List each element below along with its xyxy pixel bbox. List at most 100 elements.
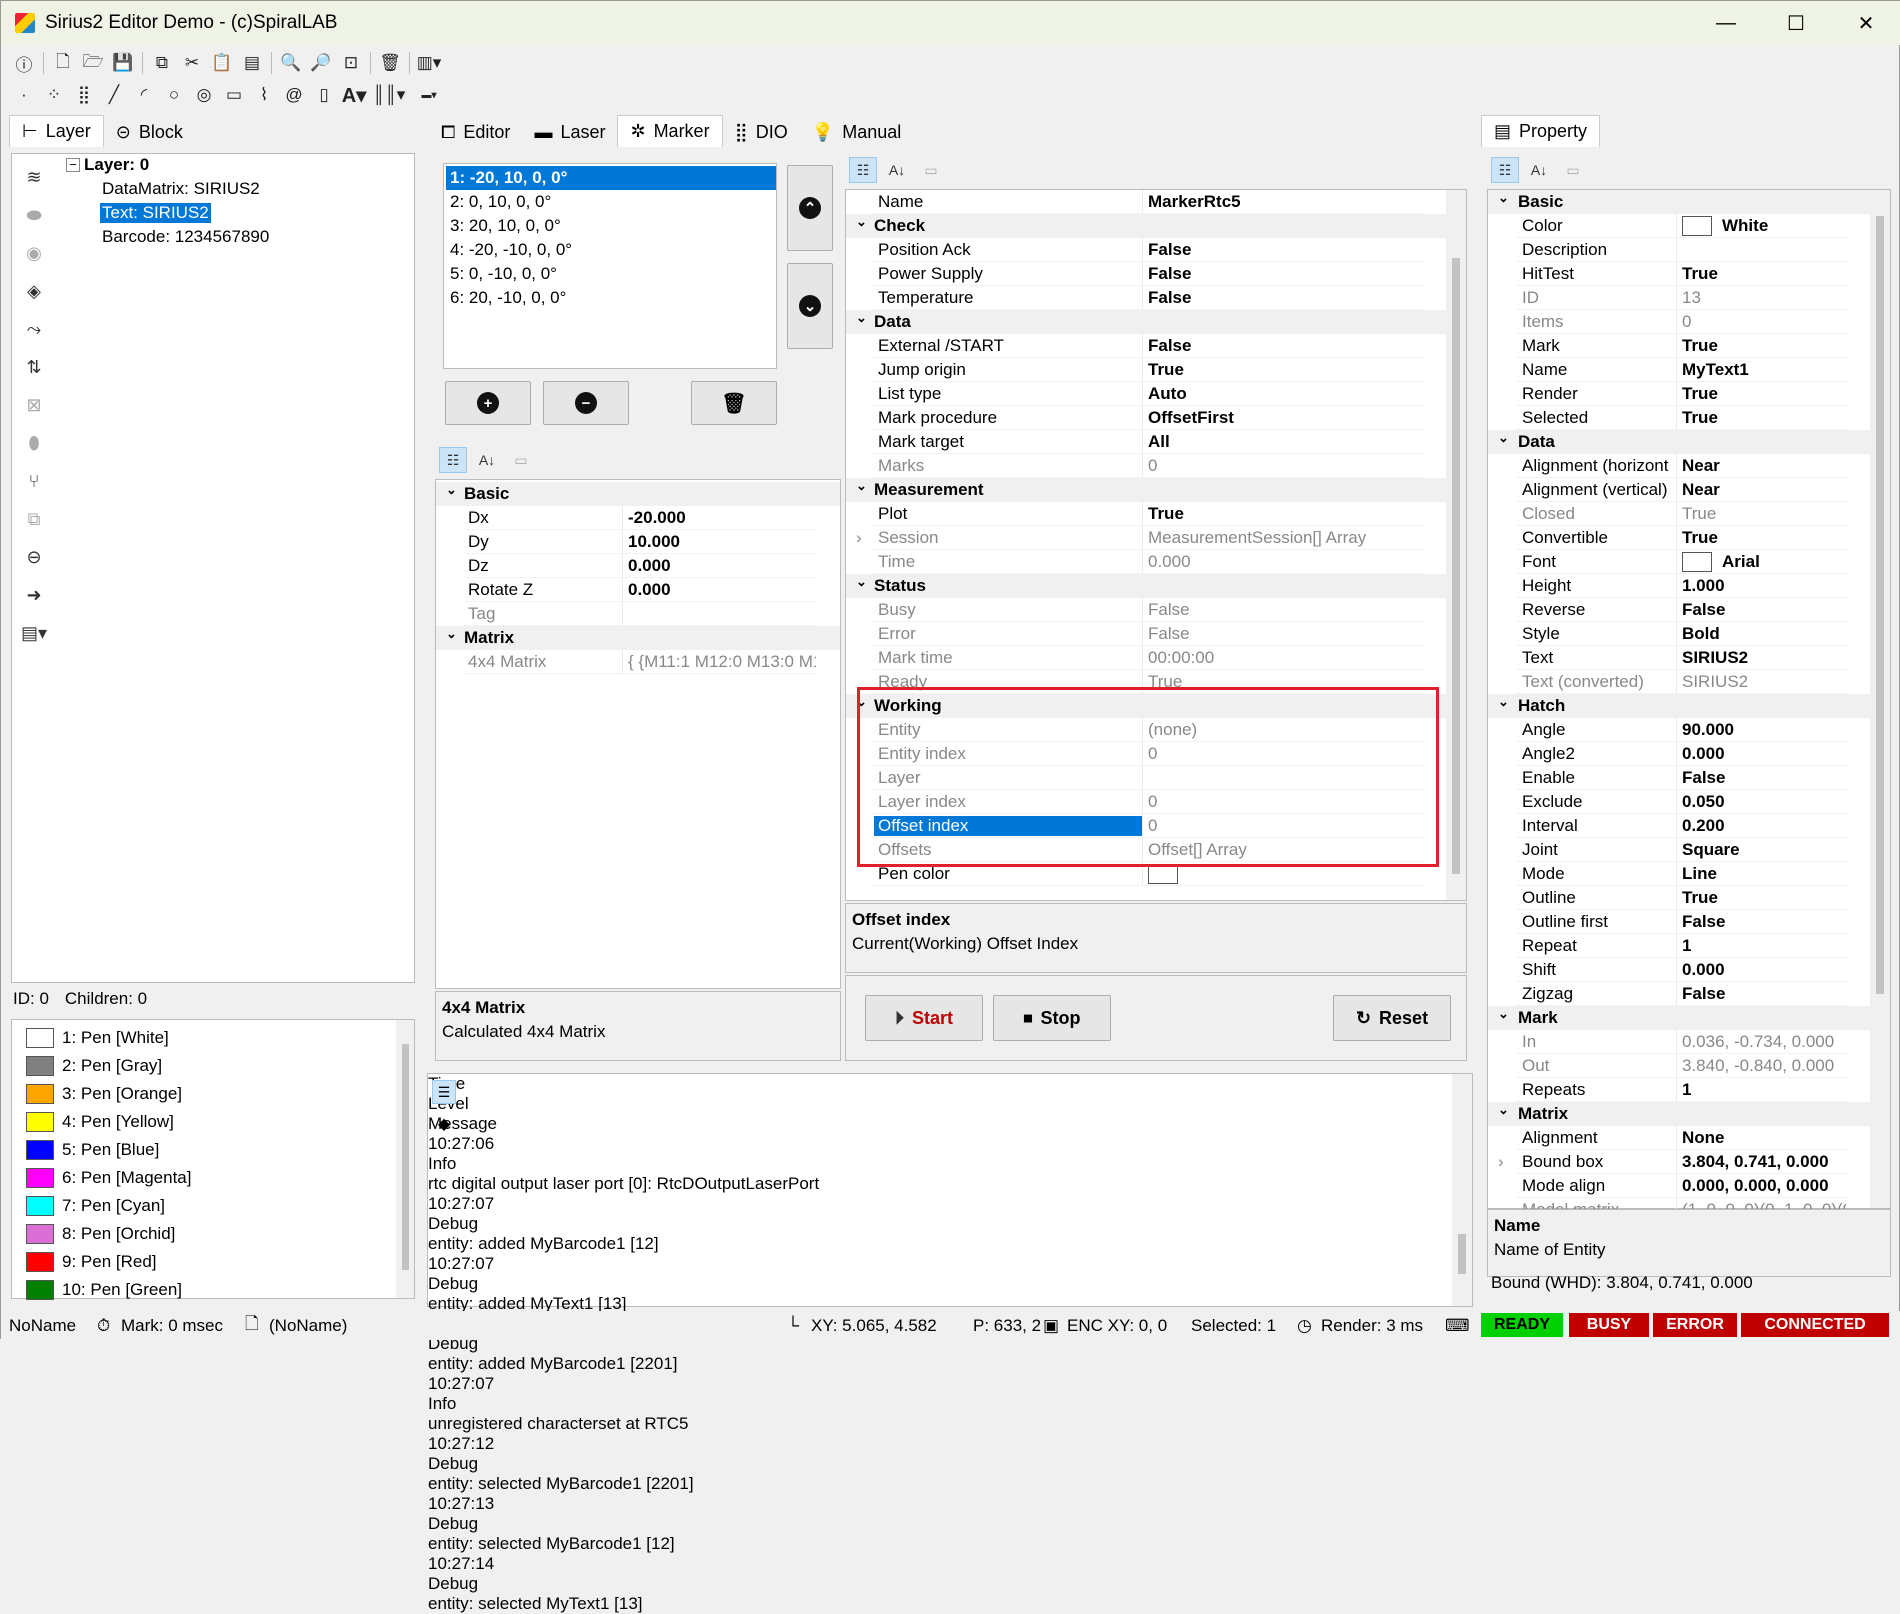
link-icon[interactable]: ⬮ <box>21 430 47 456</box>
image-icon[interactable]: ▯ <box>309 81 339 109</box>
grid-category[interactable]: ⌄ Basic <box>436 482 840 506</box>
property-value[interactable]: True <box>1682 408 1846 428</box>
trepan-icon[interactable]: ◎ <box>189 81 219 109</box>
grid-row[interactable]: Enable False <box>1488 766 1870 790</box>
property-value[interactable]: 10.000 <box>628 532 816 552</box>
offset-item[interactable]: 5: 0, -10, 0, 0° <box>446 262 776 286</box>
property-value[interactable]: Square <box>1682 840 1846 860</box>
minimize-button[interactable]: — <box>1691 1 1761 45</box>
grid-category[interactable]: ⌄ Hatch <box>1488 694 1870 718</box>
barcode-icon[interactable]: ║║▾ <box>369 81 409 109</box>
grid-row[interactable]: › Session MeasurementSession[] Array <box>846 526 1446 550</box>
close-button[interactable]: ✕ <box>1831 1 1900 45</box>
move-down-button[interactable]: ⌄ <box>787 263 833 349</box>
branch-icon[interactable]: ⑂ <box>21 468 47 494</box>
start-button[interactable]: ⏵ Start <box>865 995 983 1041</box>
grid-row[interactable]: Position Ack False <box>846 238 1446 262</box>
collapse-chevron-icon[interactable]: ⌄ <box>446 482 457 498</box>
pen-item[interactable]: 3: Pen [Orange] <box>26 1082 182 1106</box>
property-value[interactable]: 0.000 <box>628 556 816 576</box>
stop-button[interactable]: ⏹ Stop <box>993 995 1111 1041</box>
alphabetical-icon[interactable]: A↓ <box>473 447 501 473</box>
grid-row[interactable]: Error False <box>846 622 1446 646</box>
grid-category[interactable]: ⌄ Matrix <box>1488 1102 1870 1126</box>
copy-icon[interactable]: ⧉ <box>147 49 177 77</box>
zoom-out-icon[interactable]: 🔍 <box>276 49 306 77</box>
paste-icon[interactable]: 📋 <box>207 49 237 77</box>
property-value[interactable]: SIRIUS2 <box>1682 648 1846 668</box>
zoom-fit-icon[interactable]: ⊡ <box>336 49 366 77</box>
sort-icon[interactable]: ⇅ <box>21 354 47 380</box>
grid-row[interactable]: Style Bold <box>1488 622 1870 646</box>
layers-icon[interactable]: ≋ <box>21 164 47 190</box>
categorized-icon[interactable]: ☷ <box>849 157 877 183</box>
property-value[interactable]: SIRIUS2 <box>1682 672 1846 692</box>
offset-item[interactable]: 2: 0, 10, 0, 0° <box>446 190 776 214</box>
expand-chevron-icon[interactable]: › <box>856 528 862 548</box>
grid-row[interactable]: Dy 10.000 <box>436 530 840 554</box>
grid-row[interactable]: Items 0 <box>1488 310 1870 334</box>
grid-row[interactable]: Description <box>1488 238 1870 262</box>
tab-editor[interactable]: ⧠ Editor <box>429 117 522 147</box>
grid-category[interactable]: ⌄ Check <box>846 214 1446 238</box>
property-value[interactable]: White <box>1722 216 1846 236</box>
spiral-icon[interactable]: @ <box>279 81 309 109</box>
grid-row[interactable]: Text (converted) SIRIUS2 <box>1488 670 1870 694</box>
property-value[interactable]: True <box>1148 504 1422 524</box>
pen-item[interactable]: 1: Pen [White] <box>26 1026 169 1050</box>
tab-manual[interactable]: 💡 Manual <box>800 117 913 147</box>
save-icon[interactable]: 💾 <box>108 49 138 77</box>
grid-row[interactable]: Mode Line <box>1488 862 1870 886</box>
property-value[interactable]: True <box>1148 360 1422 380</box>
cut-icon[interactable]: ✂ <box>177 49 207 77</box>
align-dropdown-icon[interactable]: ▥▾ <box>414 49 444 77</box>
grid-row[interactable]: Height 1.000 <box>1488 574 1870 598</box>
grid-row[interactable]: Mark time 00:00:00 <box>846 646 1446 670</box>
grid-row[interactable]: Plot True <box>846 502 1446 526</box>
polyline-icon[interactable]: ⌇ <box>249 81 279 109</box>
grid-row[interactable]: List type Auto <box>846 382 1446 406</box>
alphabetical-icon[interactable]: A↓ <box>883 157 911 183</box>
grid-row[interactable]: Alignment None <box>1488 1126 1870 1150</box>
property-value[interactable]: False <box>1148 264 1422 284</box>
property-value[interactable]: 0.000 <box>628 580 816 600</box>
alphabetical-icon[interactable]: A↓ <box>1525 157 1553 183</box>
pen-item[interactable]: 4: Pen [Yellow] <box>26 1110 174 1134</box>
add-offset-button[interactable]: + <box>445 381 531 425</box>
grid-row[interactable]: Color White <box>1488 214 1870 238</box>
grid-category[interactable]: ⌄ Data <box>1488 430 1870 454</box>
log-column-header[interactable]: Message <box>428 1114 1472 1134</box>
collapse-icon[interactable]: − <box>66 158 80 172</box>
point-icon[interactable]: · <box>9 81 39 109</box>
grid-row[interactable]: Font Arial <box>1488 550 1870 574</box>
property-value[interactable]: 0.000 <box>1682 960 1846 980</box>
shape-icon[interactable]: ⬬ <box>21 202 47 228</box>
property-value[interactable]: Auto <box>1148 384 1422 404</box>
tab-property[interactable]: ▤ Property <box>1481 115 1601 147</box>
property-value[interactable]: 90.000 <box>1682 720 1846 740</box>
property-value[interactable]: True <box>1682 336 1846 356</box>
grid-row[interactable]: Mark target All <box>846 430 1446 454</box>
grid-row[interactable]: Outline first False <box>1488 910 1870 934</box>
move-up-button[interactable]: ⌃ <box>787 165 833 251</box>
property-value[interactable]: 0.200 <box>1682 816 1846 836</box>
grid-row[interactable]: Tag <box>436 602 840 626</box>
offset-list[interactable]: 1: -20, 10, 0, 0° 2: 0, 10, 0, 0° 3: 20, 1… <box>443 163 777 369</box>
group-icon[interactable]: ◉ <box>21 240 47 266</box>
property-value[interactable]: False <box>1682 984 1846 1004</box>
grid-category[interactable]: ⌄ Status <box>846 574 1446 598</box>
property-value[interactable]: False <box>1682 768 1846 788</box>
property-value[interactable]: False <box>1148 600 1422 620</box>
grid-row[interactable]: Repeats 1 <box>1488 1078 1870 1102</box>
grid-row[interactable]: Text SIRIUS2 <box>1488 646 1870 670</box>
grid-category[interactable]: ⌄ Mark <box>1488 1006 1870 1030</box>
grid-row[interactable]: 4x4 Matrix { {M11:1 M12:0 M13:0 M14 <box>436 650 840 674</box>
more-dropdown-icon[interactable]: ▤▾ <box>21 620 47 646</box>
grid-row[interactable]: Repeat 1 <box>1488 934 1870 958</box>
property-value[interactable]: 0 <box>1148 456 1422 476</box>
grid-row[interactable]: Out 3.840, -0.840, 0.000 <box>1488 1054 1870 1078</box>
tree-root[interactable]: Layer: 0 <box>84 155 149 175</box>
property-value[interactable]: MyText1 <box>1682 360 1846 380</box>
grid-row[interactable]: Time 0.000 <box>846 550 1446 574</box>
property-value[interactable]: All <box>1148 432 1422 452</box>
